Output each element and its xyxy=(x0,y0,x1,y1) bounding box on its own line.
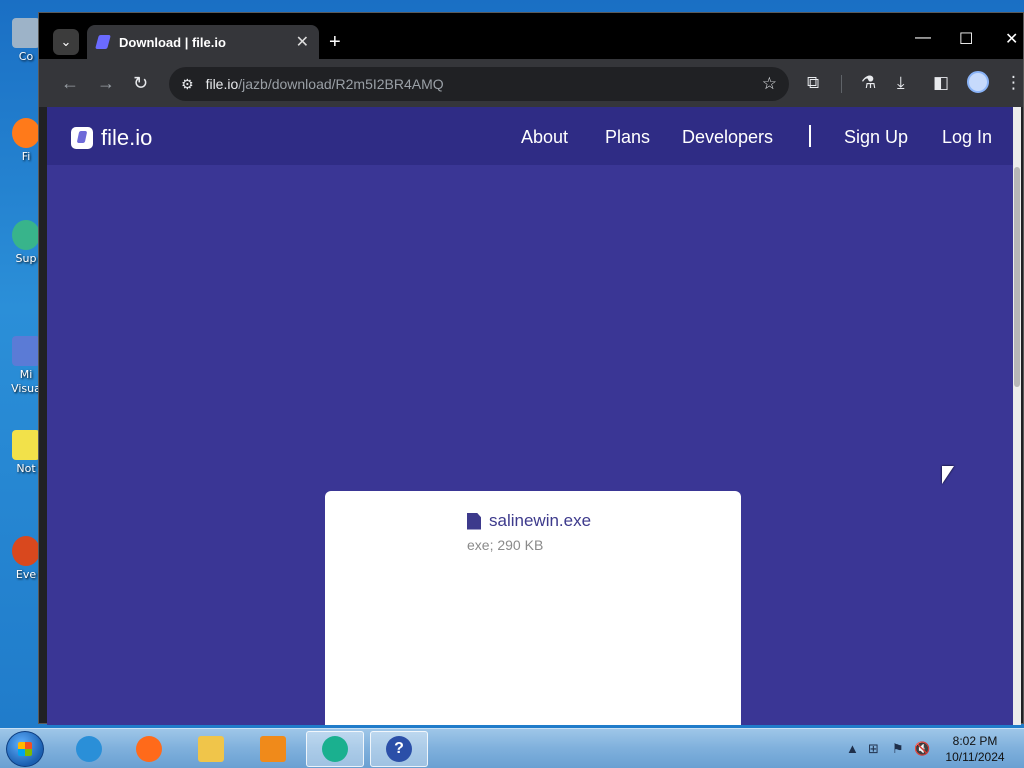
start-button[interactable] xyxy=(6,731,44,767)
bookmark-star-icon[interactable]: ☆ xyxy=(762,74,777,94)
download-card: salinewin.exe exe; 290 KB xyxy=(325,491,741,725)
forward-arrow-icon[interactable]: → xyxy=(97,73,115,94)
folder-icon xyxy=(198,736,224,762)
fileio-logo[interactable]: file.io xyxy=(71,125,152,151)
file-document-icon xyxy=(467,512,481,530)
page-scrollbar[interactable] xyxy=(1013,107,1021,725)
taskbar: ? ▲ ⊞ ⚑ 🔇 8:02 PM 10/11/2024 xyxy=(0,728,1024,768)
everything-icon xyxy=(12,536,40,566)
tab-search-button[interactable]: ⌄ xyxy=(53,29,79,55)
help-icon: ? xyxy=(386,736,412,762)
tab-download-fileio[interactable]: Download | file.io ✕ xyxy=(87,25,319,59)
action-center-flag-icon[interactable]: ⚑ xyxy=(892,741,904,757)
minimize-button[interactable]: — xyxy=(915,29,931,47)
file-name: salinewin.exe xyxy=(467,511,591,531)
taskbar-chrome[interactable] xyxy=(306,731,364,767)
url-path: /jazb/download/R2m5I2BR4AMQ xyxy=(238,76,444,92)
notepad-icon xyxy=(12,430,40,460)
back-arrow-icon[interactable]: ← xyxy=(61,73,79,94)
visual-studio-icon xyxy=(12,336,40,366)
clock-time: 8:02 PM xyxy=(952,734,998,748)
fileio-favicon-icon xyxy=(95,35,111,49)
support-icon xyxy=(12,220,40,250)
new-tab-button[interactable]: + xyxy=(329,31,341,54)
toolbar-divider xyxy=(841,75,842,93)
menu-kebab-icon[interactable]: ⋮ xyxy=(1005,73,1022,93)
fileio-logo-icon xyxy=(71,127,93,149)
computer-icon xyxy=(12,18,40,48)
labs-flask-icon[interactable]: ⚗ xyxy=(861,73,876,93)
maximize-button[interactable]: ☐ xyxy=(959,29,973,49)
nav-plans[interactable]: Plans xyxy=(605,127,650,148)
media-player-icon xyxy=(260,736,286,762)
url-host: file.io xyxy=(205,76,239,92)
clock-date: 10/11/2024 xyxy=(945,750,1005,764)
profile-avatar[interactable] xyxy=(967,71,989,93)
nav-developers[interactable]: Developers xyxy=(682,127,773,148)
address-bar[interactable]: ⚙ file.io /jazb/download/R2m5I2BR4AMQ ☆ xyxy=(169,67,789,101)
site-header: file.io About Plans Developers Sign Up L… xyxy=(47,107,1021,165)
extensions-icon[interactable]: ⧉ xyxy=(807,73,819,93)
nav-log-in[interactable]: Log In xyxy=(942,127,992,148)
mouse-cursor-icon xyxy=(942,466,954,484)
side-panel-icon[interactable]: ◧ xyxy=(933,73,949,93)
tab-bar: ⌄ Download | file.io ✕ + — ☐ ✕ xyxy=(39,13,1023,59)
taskbar-internet-explorer[interactable] xyxy=(60,731,118,767)
browser-toolbar: ← → ↻ ⚙ file.io /jazb/download/R2m5I2BR4… xyxy=(39,59,1023,107)
internet-explorer-icon xyxy=(76,736,102,762)
site-info-icon[interactable]: ⚙ xyxy=(181,76,194,93)
tab-title: Download | file.io xyxy=(119,34,226,50)
close-icon[interactable]: ✕ xyxy=(296,32,309,52)
taskbar-firefox[interactable] xyxy=(120,731,178,767)
nav-about[interactable]: About xyxy=(521,127,568,148)
taskbar-media-player[interactable] xyxy=(244,731,302,767)
tray-expand-icon[interactable]: ▲ xyxy=(846,741,859,756)
firefox-icon xyxy=(12,118,40,148)
network-icon[interactable]: ⊞ xyxy=(868,741,879,757)
nav-sign-up[interactable]: Sign Up xyxy=(844,127,908,148)
system-clock[interactable]: 8:02 PM 10/11/2024 xyxy=(940,733,1010,765)
reload-icon[interactable]: ↻ xyxy=(133,73,148,94)
page-viewport: file.io About Plans Developers Sign Up L… xyxy=(47,107,1021,725)
taskbar-help[interactable]: ? xyxy=(370,731,428,767)
file-meta: exe; 290 KB xyxy=(467,537,544,553)
nav-divider xyxy=(809,125,811,147)
scrollbar-thumb[interactable] xyxy=(1014,167,1020,387)
volume-muted-icon[interactable]: 🔇 xyxy=(914,741,930,757)
close-window-button[interactable]: ✕ xyxy=(1005,29,1018,49)
browser-window: ⌄ Download | file.io ✕ + — ☐ ✕ ← → ↻ ⚙ f… xyxy=(38,12,1024,725)
chevron-down-icon: ⌄ xyxy=(60,34,72,49)
browser-icon xyxy=(322,736,348,762)
download-icon[interactable]: ⤓ xyxy=(897,73,905,93)
firefox-icon xyxy=(136,736,162,762)
taskbar-file-explorer[interactable] xyxy=(182,731,240,767)
